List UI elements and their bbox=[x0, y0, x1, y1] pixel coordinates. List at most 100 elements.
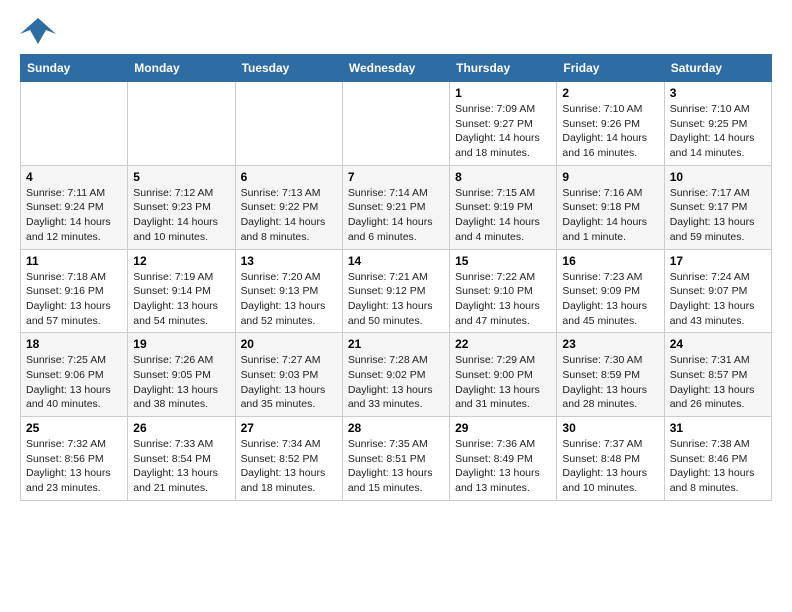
weekday-header-wednesday: Wednesday bbox=[342, 55, 449, 82]
day-info: Sunrise: 7:14 AMSunset: 9:21 PMDaylight:… bbox=[348, 186, 444, 245]
calendar-cell: 29 Sunrise: 7:36 AMSunset: 8:49 PMDayligh… bbox=[450, 417, 557, 501]
day-number: 23 bbox=[562, 337, 658, 351]
calendar-cell: 24 Sunrise: 7:31 AMSunset: 8:57 PMDayligh… bbox=[664, 333, 771, 417]
page-header bbox=[20, 16, 772, 46]
day-info: Sunrise: 7:34 AMSunset: 8:52 PMDaylight:… bbox=[241, 437, 337, 496]
calendar-cell: 10 Sunrise: 7:17 AMSunset: 9:17 PMDayligh… bbox=[664, 165, 771, 249]
day-info: Sunrise: 7:11 AMSunset: 9:24 PMDaylight:… bbox=[26, 186, 122, 245]
weekday-header-sunday: Sunday bbox=[21, 55, 128, 82]
calendar-cell: 15 Sunrise: 7:22 AMSunset: 9:10 PMDayligh… bbox=[450, 249, 557, 333]
day-number: 12 bbox=[133, 254, 229, 268]
day-info: Sunrise: 7:26 AMSunset: 9:05 PMDaylight:… bbox=[133, 353, 229, 412]
day-info: Sunrise: 7:13 AMSunset: 9:22 PMDaylight:… bbox=[241, 186, 337, 245]
calendar-cell: 18 Sunrise: 7:25 AMSunset: 9:06 PMDayligh… bbox=[21, 333, 128, 417]
day-info: Sunrise: 7:23 AMSunset: 9:09 PMDaylight:… bbox=[562, 270, 658, 329]
day-info: Sunrise: 7:21 AMSunset: 9:12 PMDaylight:… bbox=[348, 270, 444, 329]
calendar-week-row: 11 Sunrise: 7:18 AMSunset: 9:16 PMDayligh… bbox=[21, 249, 772, 333]
day-number: 13 bbox=[241, 254, 337, 268]
day-info: Sunrise: 7:31 AMSunset: 8:57 PMDaylight:… bbox=[670, 353, 766, 412]
day-number: 25 bbox=[26, 421, 122, 435]
calendar-cell: 14 Sunrise: 7:21 AMSunset: 9:12 PMDayligh… bbox=[342, 249, 449, 333]
calendar-cell: 7 Sunrise: 7:14 AMSunset: 9:21 PMDaylight… bbox=[342, 165, 449, 249]
day-info: Sunrise: 7:25 AMSunset: 9:06 PMDaylight:… bbox=[26, 353, 122, 412]
calendar-cell: 5 Sunrise: 7:12 AMSunset: 9:23 PMDaylight… bbox=[128, 165, 235, 249]
calendar-cell: 11 Sunrise: 7:18 AMSunset: 9:16 PMDayligh… bbox=[21, 249, 128, 333]
calendar-cell: 25 Sunrise: 7:32 AMSunset: 8:56 PMDayligh… bbox=[21, 417, 128, 501]
day-info: Sunrise: 7:12 AMSunset: 9:23 PMDaylight:… bbox=[133, 186, 229, 245]
day-info: Sunrise: 7:29 AMSunset: 9:00 PMDaylight:… bbox=[455, 353, 551, 412]
weekday-header-saturday: Saturday bbox=[664, 55, 771, 82]
calendar-cell: 23 Sunrise: 7:30 AMSunset: 8:59 PMDayligh… bbox=[557, 333, 664, 417]
day-number: 14 bbox=[348, 254, 444, 268]
day-number: 15 bbox=[455, 254, 551, 268]
calendar-cell: 8 Sunrise: 7:15 AMSunset: 9:19 PMDaylight… bbox=[450, 165, 557, 249]
calendar-table: SundayMondayTuesdayWednesdayThursdayFrid… bbox=[20, 54, 772, 501]
day-info: Sunrise: 7:22 AMSunset: 9:10 PMDaylight:… bbox=[455, 270, 551, 329]
day-number: 3 bbox=[670, 86, 766, 100]
calendar-cell: 21 Sunrise: 7:28 AMSunset: 9:02 PMDayligh… bbox=[342, 333, 449, 417]
day-number: 21 bbox=[348, 337, 444, 351]
weekday-header-monday: Monday bbox=[128, 55, 235, 82]
day-number: 5 bbox=[133, 170, 229, 184]
day-info: Sunrise: 7:20 AMSunset: 9:13 PMDaylight:… bbox=[241, 270, 337, 329]
calendar-cell: 20 Sunrise: 7:27 AMSunset: 9:03 PMDayligh… bbox=[235, 333, 342, 417]
day-info: Sunrise: 7:30 AMSunset: 8:59 PMDaylight:… bbox=[562, 353, 658, 412]
calendar-cell bbox=[342, 82, 449, 166]
day-info: Sunrise: 7:32 AMSunset: 8:56 PMDaylight:… bbox=[26, 437, 122, 496]
calendar-week-row: 25 Sunrise: 7:32 AMSunset: 8:56 PMDayligh… bbox=[21, 417, 772, 501]
day-number: 26 bbox=[133, 421, 229, 435]
day-number: 18 bbox=[26, 337, 122, 351]
day-info: Sunrise: 7:28 AMSunset: 9:02 PMDaylight:… bbox=[348, 353, 444, 412]
calendar-cell: 3 Sunrise: 7:10 AMSunset: 9:25 PMDaylight… bbox=[664, 82, 771, 166]
calendar-cell: 1 Sunrise: 7:09 AMSunset: 9:27 PMDaylight… bbox=[450, 82, 557, 166]
day-number: 9 bbox=[562, 170, 658, 184]
calendar-cell: 26 Sunrise: 7:33 AMSunset: 8:54 PMDayligh… bbox=[128, 417, 235, 501]
calendar-cell: 30 Sunrise: 7:37 AMSunset: 8:48 PMDayligh… bbox=[557, 417, 664, 501]
weekday-header-tuesday: Tuesday bbox=[235, 55, 342, 82]
day-info: Sunrise: 7:10 AMSunset: 9:26 PMDaylight:… bbox=[562, 102, 658, 161]
calendar-cell: 6Sunrise: 7:13 AMSunset: 9:22 PMDaylight… bbox=[235, 165, 342, 249]
day-number: 19 bbox=[133, 337, 229, 351]
day-info: Sunrise: 7:10 AMSunset: 9:25 PMDaylight:… bbox=[670, 102, 766, 161]
weekday-header-friday: Friday bbox=[557, 55, 664, 82]
calendar-cell: 4 Sunrise: 7:11 AMSunset: 9:24 PMDaylight… bbox=[21, 165, 128, 249]
calendar-cell: 13 Sunrise: 7:20 AMSunset: 9:13 PMDayligh… bbox=[235, 249, 342, 333]
calendar-cell: 16Sunrise: 7:23 AMSunset: 9:09 PMDayligh… bbox=[557, 249, 664, 333]
calendar-cell bbox=[21, 82, 128, 166]
day-info: Sunrise: 7:15 AMSunset: 9:19 PMDaylight:… bbox=[455, 186, 551, 245]
calendar-week-row: 1 Sunrise: 7:09 AMSunset: 9:27 PMDaylight… bbox=[21, 82, 772, 166]
day-info: Sunrise: 7:19 AMSunset: 9:14 PMDaylight:… bbox=[133, 270, 229, 329]
day-info: Sunrise: 7:17 AMSunset: 9:17 PMDaylight:… bbox=[670, 186, 766, 245]
calendar-cell bbox=[235, 82, 342, 166]
day-number: 7 bbox=[348, 170, 444, 184]
calendar-cell: 22 Sunrise: 7:29 AMSunset: 9:00 PMDayligh… bbox=[450, 333, 557, 417]
day-number: 1 bbox=[455, 86, 551, 100]
day-info: Sunrise: 7:09 AMSunset: 9:27 PMDaylight:… bbox=[455, 102, 551, 161]
day-number: 22 bbox=[455, 337, 551, 351]
day-info: Sunrise: 7:37 AMSunset: 8:48 PMDaylight:… bbox=[562, 437, 658, 496]
day-number: 4 bbox=[26, 170, 122, 184]
calendar-week-row: 4 Sunrise: 7:11 AMSunset: 9:24 PMDaylight… bbox=[21, 165, 772, 249]
calendar-cell: 17Sunrise: 7:24 AMSunset: 9:07 PMDayligh… bbox=[664, 249, 771, 333]
day-number: 10 bbox=[670, 170, 766, 184]
day-info: Sunrise: 7:27 AMSunset: 9:03 PMDaylight:… bbox=[241, 353, 337, 412]
day-info: Sunrise: 7:35 AMSunset: 8:51 PMDaylight:… bbox=[348, 437, 444, 496]
calendar-cell bbox=[128, 82, 235, 166]
calendar-cell: 2Sunrise: 7:10 AMSunset: 9:26 PMDaylight… bbox=[557, 82, 664, 166]
day-number: 20 bbox=[241, 337, 337, 351]
day-info: Sunrise: 7:36 AMSunset: 8:49 PMDaylight:… bbox=[455, 437, 551, 496]
day-number: 31 bbox=[670, 421, 766, 435]
day-number: 30 bbox=[562, 421, 658, 435]
calendar-cell: 28Sunrise: 7:35 AMSunset: 8:51 PMDayligh… bbox=[342, 417, 449, 501]
day-info: Sunrise: 7:33 AMSunset: 8:54 PMDaylight:… bbox=[133, 437, 229, 496]
calendar-week-row: 18 Sunrise: 7:25 AMSunset: 9:06 PMDayligh… bbox=[21, 333, 772, 417]
day-info: Sunrise: 7:18 AMSunset: 9:16 PMDaylight:… bbox=[26, 270, 122, 329]
day-info: Sunrise: 7:38 AMSunset: 8:46 PMDaylight:… bbox=[670, 437, 766, 496]
logo bbox=[20, 16, 60, 46]
day-number: 29 bbox=[455, 421, 551, 435]
day-number: 24 bbox=[670, 337, 766, 351]
day-number: 11 bbox=[26, 254, 122, 268]
calendar-cell: 9Sunrise: 7:16 AMSunset: 9:18 PMDaylight… bbox=[557, 165, 664, 249]
weekday-header-thursday: Thursday bbox=[450, 55, 557, 82]
day-number: 8 bbox=[455, 170, 551, 184]
